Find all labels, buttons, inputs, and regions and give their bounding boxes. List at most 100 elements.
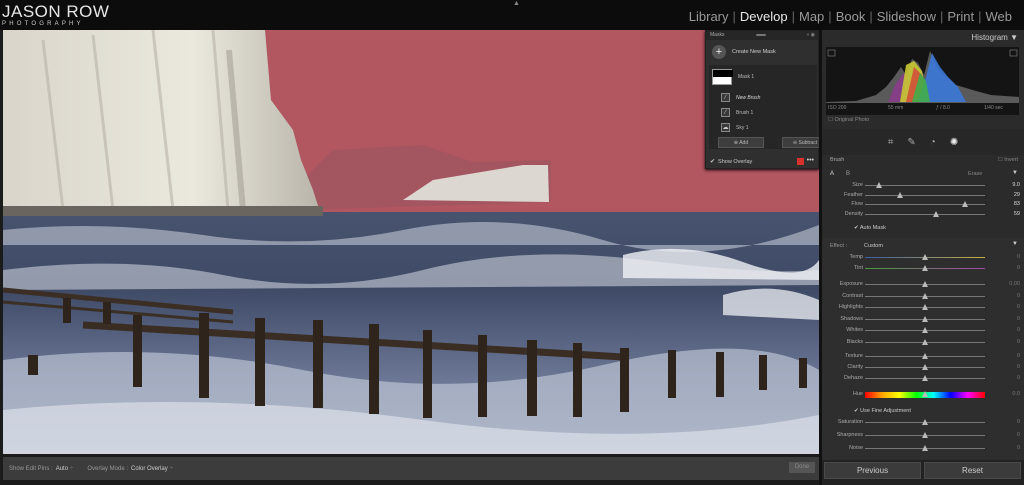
slider-thumb[interactable] [922,292,928,299]
slider-thumb[interactable] [922,327,928,333]
red-eye-icon[interactable]: ◔ [930,137,936,148]
slider-track[interactable] [865,194,985,196]
slider-thumb[interactable] [922,265,928,271]
slider-value[interactable]: 0 [1017,432,1020,438]
slider-thumb[interactable] [922,254,928,260]
slider-value[interactable]: 0 [1017,304,1020,310]
slider-thumb[interactable] [922,353,928,359]
slider-texture: Texture 0 [822,352,1024,362]
auto-mask-checkbox[interactable]: ✔ Auto Mask [854,225,886,231]
slider-value[interactable]: 83 [1014,201,1020,207]
slider-thumb[interactable] [932,210,939,217]
brush-tab-erase[interactable]: Erase [968,171,982,177]
identity-plate: JASON ROW PHOTOGRAPHY [2,3,109,27]
chevron-down-icon[interactable]: ÷ [70,466,73,472]
original-photo-toggle[interactable]: ☐ Original Photo [828,117,869,123]
brush-label: Brush 1 [736,109,754,116]
histogram-title: Histogram [971,33,1008,42]
mask-component-sky-1[interactable]: ☁ Sky 1 [721,123,749,132]
overlay-color-swatch[interactable] [797,158,804,165]
drag-handle-icon[interactable] [756,34,766,36]
panel-toggle-icon[interactable]: ▲ [513,0,520,7]
brush-tab-b[interactable]: B [846,171,850,177]
slider-value[interactable]: 0 [1017,375,1020,381]
tool-strip: ⌗ ✎ ◔ ✺ [822,129,1024,155]
invert-checkbox[interactable]: ☐ Invert [998,157,1018,163]
chevron-down-icon[interactable]: ÷ [170,466,173,472]
checkbox-checked-icon[interactable]: ✔ [710,158,715,165]
slider-thumb[interactable] [922,419,928,425]
new-brush-button[interactable]: ⁄ New Brush [721,93,760,102]
slider-value[interactable]: 0 [1017,339,1020,345]
masking-icon[interactable]: ✺ [950,137,958,148]
mask-item-mask-1[interactable]: Mask 1 [712,69,754,85]
collapse-triangle-icon[interactable]: ▼ [1012,170,1018,176]
slider-value[interactable]: 0 [1017,353,1020,359]
histogram-header[interactable]: Histogram ▼ [822,30,1024,46]
slider-value[interactable]: 0 [1017,265,1020,271]
slider-thumb[interactable] [961,201,968,207]
collapse-triangle-icon[interactable]: ▼ [1010,33,1018,42]
slider-value[interactable]: 0 [1017,364,1020,370]
module-library[interactable]: Library [685,9,733,24]
slider-label: Hue [852,391,863,397]
slider-density: Density 59 [822,210,1024,220]
slider-value[interactable]: 0 [1017,293,1020,299]
slider-track[interactable] [865,185,985,186]
slider-thumb[interactable] [896,191,903,198]
original-photo-label: Original Photo [834,117,870,123]
slider-value[interactable]: 9.0 [1012,182,1020,188]
done-button[interactable]: Done [789,462,815,473]
slider-thumb[interactable] [922,304,928,310]
show-edit-pins-select[interactable]: Auto [56,466,68,472]
slider-value[interactable]: 0.0 [1012,391,1020,397]
collapse-icon[interactable]: » ◉ [806,32,815,38]
module-map[interactable]: Map [795,9,828,24]
slider-thumb[interactable] [922,315,928,322]
slider-thumb[interactable] [922,281,928,287]
show-overlay-toggle[interactable]: ✔ Show Overlay ••• [710,157,816,165]
module-book[interactable]: Book [832,9,870,24]
slider-value[interactable]: 0 [1017,327,1020,333]
slider-thumb[interactable] [922,375,928,381]
brush-tab-a[interactable]: A [830,171,834,177]
slider-value[interactable]: 59 [1014,211,1020,217]
slider-value[interactable]: 0 [1017,254,1020,260]
slider-value[interactable]: 0 [1017,316,1020,322]
create-new-mask-button[interactable]: + Create New Mask [712,45,776,59]
shutter-speed: 1/40 sec [984,105,1003,111]
slider-thumb[interactable] [876,182,883,188]
crop-icon[interactable]: ⌗ [888,137,894,148]
reset-button[interactable]: Reset [924,462,1021,479]
add-label: Add [739,140,749,146]
bottom-toolbar: Show Edit Pins : Auto ÷ Overlay Mode : C… [3,457,819,480]
overlay-mode-label: Overlay Mode : [87,465,129,472]
overlay-mode-select[interactable]: Color Overlay [131,466,168,472]
photo-canvas[interactable] [3,30,819,454]
module-print[interactable]: Print [943,9,978,24]
module-slideshow[interactable]: Slideshow [873,9,940,24]
module-develop[interactable]: Develop [736,9,792,24]
fine-adjust-checkbox[interactable]: ✔ Use Fine Adjustment [854,408,911,414]
slider-thumb[interactable] [922,364,928,370]
previous-button[interactable]: Previous [824,462,921,479]
slider-value[interactable]: 0 [1017,419,1020,425]
slider-label: Tint [854,265,863,271]
slider-thumb[interactable] [922,445,928,451]
slider-value[interactable]: 29 [1014,192,1020,198]
slider-track[interactable] [865,213,985,215]
slider-value[interactable]: 0.00 [1009,281,1020,287]
mask-component-brush-1[interactable]: ⁄ Brush 1 [721,108,753,117]
slider-size: Size 9.0 [822,181,1024,191]
collapse-triangle-icon[interactable]: ▼ [1012,241,1018,247]
slider-thumb[interactable] [922,432,928,438]
healing-icon[interactable]: ✎ [907,137,915,148]
effect-preset-select[interactable]: Custom [864,243,883,249]
slider-value[interactable]: 0 [1017,445,1020,451]
slider-thumb[interactable] [922,391,928,397]
masks-panel-header[interactable]: Masks » ◉ [706,31,818,40]
add-button[interactable]: ⊕ Add [718,137,764,148]
slider-thumb[interactable] [922,338,928,345]
more-options-icon[interactable]: ••• [807,157,814,164]
module-web[interactable]: Web [982,9,1017,24]
